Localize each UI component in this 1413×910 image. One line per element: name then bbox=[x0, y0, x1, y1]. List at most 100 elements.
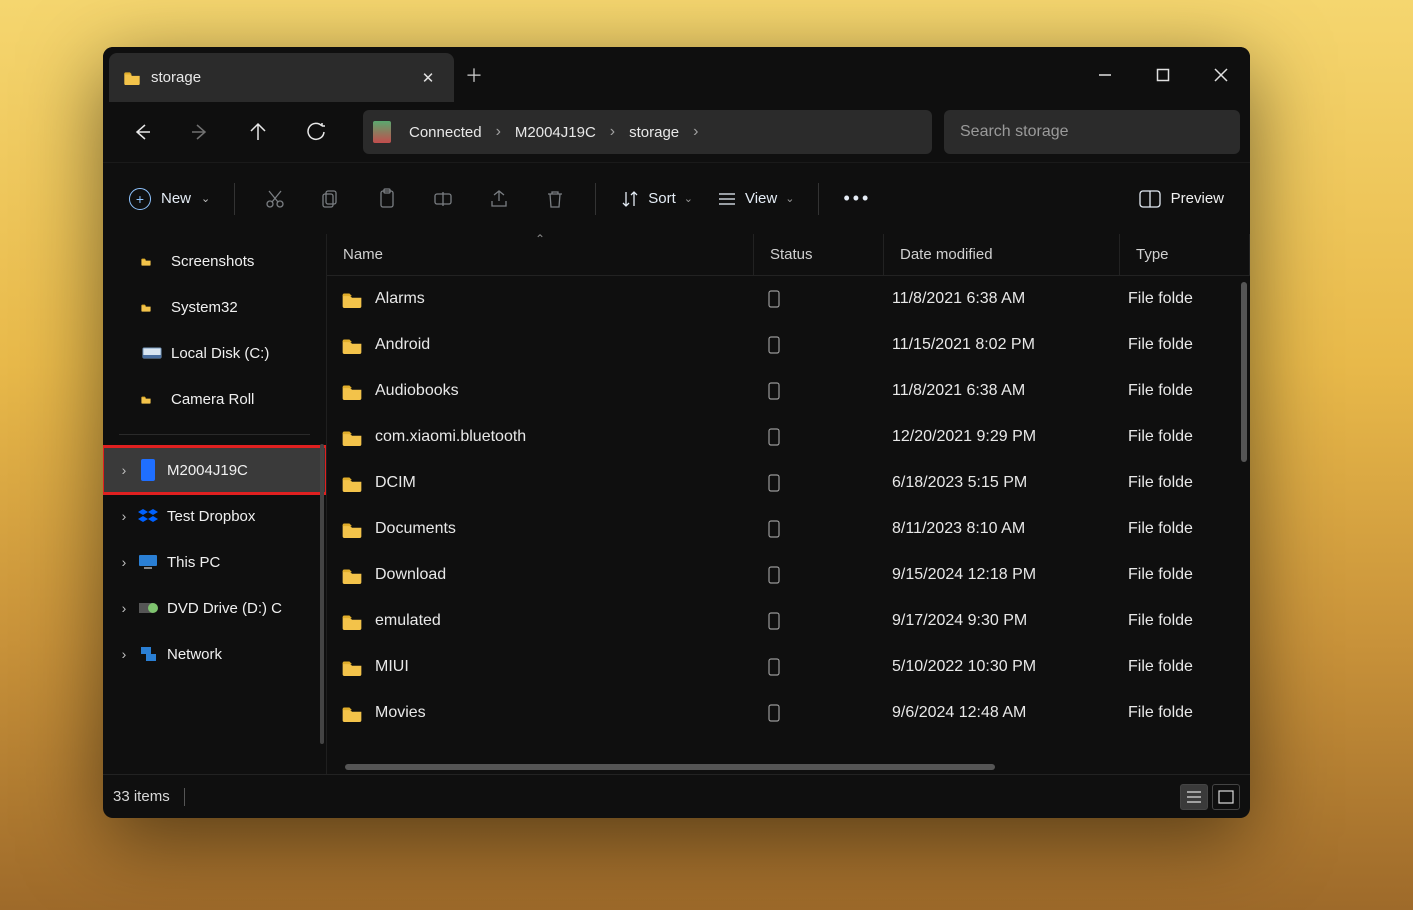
file-row[interactable]: Alarms11/8/2021 6:38 AMFile folde bbox=[327, 276, 1250, 322]
sidebar-item-dvd-drive-d-c[interactable]: ›DVD Drive (D:) C bbox=[103, 585, 326, 631]
copy-button[interactable] bbox=[303, 179, 359, 219]
chevron-right-icon[interactable]: › bbox=[111, 554, 137, 570]
thumbnails-view-toggle[interactable] bbox=[1212, 784, 1240, 810]
close-button[interactable] bbox=[1192, 47, 1250, 102]
sidebar-item-m2004j19c[interactable]: ›M2004J19C bbox=[103, 447, 326, 493]
file-row[interactable]: com.xiaomi.bluetooth12/20/2021 9:29 PMFi… bbox=[327, 414, 1250, 460]
file-row[interactable]: Android 11/15/2021 8:02 PMFile folde bbox=[327, 322, 1250, 368]
address-bar[interactable]: Connected › M2004J19C › storage › bbox=[363, 110, 932, 154]
sidebar-item-local-disk-c-[interactable]: Local Disk (C:) bbox=[103, 330, 326, 376]
file-date: 11/15/2021 8:02 PM bbox=[884, 336, 1120, 354]
device-status-icon bbox=[768, 704, 780, 722]
horizontal-scrollbar[interactable] bbox=[345, 764, 995, 770]
device-icon bbox=[373, 121, 391, 143]
toolbar: + New ⌄ Sort ⌄ View ⌄ ••• Preview bbox=[103, 162, 1250, 234]
breadcrumb-device[interactable]: M2004J19C bbox=[505, 110, 606, 154]
tab-title: storage bbox=[151, 69, 416, 86]
file-row[interactable]: MIUI5/10/2022 10:30 PMFile folde bbox=[327, 644, 1250, 690]
new-button[interactable]: + New ⌄ bbox=[117, 179, 222, 219]
rename-button[interactable] bbox=[415, 179, 471, 219]
file-row[interactable]: Movies9/6/2024 12:48 AMFile folde bbox=[327, 690, 1250, 736]
column-header-type[interactable]: Type bbox=[1120, 234, 1250, 275]
body: ScreenshotsSystem32 Local Disk (C:) Camera… bbox=[103, 234, 1250, 774]
file-name: MIUI bbox=[375, 658, 409, 676]
column-header-date[interactable]: Date modified bbox=[884, 234, 1120, 275]
sidebar-item-this-pc[interactable]: ›This PC bbox=[103, 539, 326, 585]
file-date: 6/18/2023 5:15 PM bbox=[884, 474, 1120, 492]
chevron-right-icon[interactable]: › bbox=[111, 508, 137, 524]
up-button[interactable] bbox=[229, 112, 287, 152]
file-type: File folde bbox=[1120, 290, 1250, 308]
window-controls bbox=[1076, 47, 1250, 102]
sidebar-item-label: Network bbox=[167, 646, 222, 663]
column-header-status[interactable]: Status bbox=[754, 234, 884, 275]
new-label: New bbox=[161, 190, 191, 207]
file-row[interactable]: DCIM6/18/2023 5:15 PMFile folde bbox=[327, 460, 1250, 506]
delete-button[interactable] bbox=[527, 179, 583, 219]
chevron-right-icon[interactable]: › bbox=[492, 123, 505, 141]
file-row[interactable]: Audiobooks11/8/2021 6:38 AMFile folde bbox=[327, 368, 1250, 414]
device-status-icon bbox=[768, 474, 780, 492]
preview-label: Preview bbox=[1171, 190, 1224, 207]
sidebar-item-test-dropbox[interactable]: ›Test Dropbox bbox=[103, 493, 326, 539]
network-icon bbox=[137, 646, 159, 662]
refresh-button[interactable] bbox=[287, 112, 345, 152]
search-input[interactable]: Search storage bbox=[944, 110, 1240, 154]
file-name: com.xiaomi.bluetooth bbox=[375, 428, 526, 446]
breadcrumb-connected[interactable]: Connected bbox=[399, 110, 492, 154]
breadcrumb-storage[interactable]: storage bbox=[619, 110, 689, 154]
paste-button[interactable] bbox=[359, 179, 415, 219]
sidebar-item-screenshots[interactable]: Screenshots bbox=[103, 238, 326, 284]
chevron-right-icon[interactable]: › bbox=[111, 600, 137, 616]
sort-icon bbox=[620, 189, 640, 209]
preview-button[interactable]: Preview bbox=[1127, 190, 1236, 208]
minimize-button[interactable] bbox=[1076, 47, 1134, 102]
content-pane: ⌃ Name Status Date modified Type Alarms1… bbox=[327, 234, 1250, 774]
status-bar: 33 items bbox=[103, 774, 1250, 818]
file-date: 12/20/2021 9:29 PM bbox=[884, 428, 1120, 446]
close-tab-icon[interactable]: ✕ bbox=[416, 69, 440, 87]
file-name: Android bbox=[375, 336, 430, 354]
share-button[interactable] bbox=[471, 179, 527, 219]
maximize-button[interactable] bbox=[1134, 47, 1192, 102]
file-type: File folde bbox=[1120, 520, 1250, 538]
chevron-right-icon[interactable]: › bbox=[606, 123, 619, 141]
file-type: File folde bbox=[1120, 612, 1250, 630]
sort-button[interactable]: Sort ⌄ bbox=[608, 179, 705, 219]
separator bbox=[184, 788, 185, 806]
file-date: 8/11/2023 8:10 AM bbox=[884, 520, 1120, 538]
sidebar-item-label: Camera Roll bbox=[171, 391, 254, 408]
sidebar-item-label: Local Disk (C:) bbox=[171, 345, 269, 362]
device-status-icon bbox=[768, 428, 780, 446]
view-button[interactable]: View ⌄ bbox=[705, 179, 806, 219]
file-name: emulated bbox=[375, 612, 441, 630]
navbar: Connected › M2004J19C › storage › Search… bbox=[103, 102, 1250, 162]
search-placeholder: Search storage bbox=[960, 123, 1069, 141]
tab-storage[interactable]: storage ✕ bbox=[109, 53, 454, 102]
device-status-icon bbox=[768, 336, 780, 354]
more-button[interactable]: ••• bbox=[831, 179, 883, 219]
file-date: 5/10/2022 10:30 PM bbox=[884, 658, 1120, 676]
file-type: File folde bbox=[1120, 336, 1250, 354]
forward-button[interactable] bbox=[171, 112, 229, 152]
file-type: File folde bbox=[1120, 566, 1250, 584]
chevron-right-icon[interactable]: › bbox=[111, 646, 137, 662]
separator bbox=[595, 183, 596, 215]
sidebar-scrollbar[interactable] bbox=[320, 444, 324, 744]
sidebar-item-camera-roll[interactable]: Camera Roll bbox=[103, 376, 326, 422]
file-row[interactable]: Documents8/11/2023 8:10 AMFile folde bbox=[327, 506, 1250, 552]
chevron-right-icon[interactable]: › bbox=[689, 123, 702, 141]
file-row[interactable]: Download9/15/2024 12:18 PMFile folde bbox=[327, 552, 1250, 598]
cut-button[interactable] bbox=[247, 179, 303, 219]
chevron-right-icon[interactable]: › bbox=[111, 462, 137, 478]
back-button[interactable] bbox=[113, 112, 171, 152]
sidebar-item-system32[interactable]: System32 bbox=[103, 284, 326, 330]
details-view-toggle[interactable] bbox=[1180, 784, 1208, 810]
column-header-name[interactable]: ⌃ Name bbox=[327, 234, 754, 275]
sidebar-item-network[interactable]: › Network bbox=[103, 631, 326, 677]
file-row[interactable]: emulated9/17/2024 9:30 PMFile folde bbox=[327, 598, 1250, 644]
new-tab-button[interactable]: ＋ bbox=[454, 47, 494, 102]
vertical-scrollbar[interactable] bbox=[1241, 282, 1247, 462]
item-count: 33 items bbox=[113, 788, 170, 805]
chevron-down-icon: ⌄ bbox=[684, 192, 693, 205]
